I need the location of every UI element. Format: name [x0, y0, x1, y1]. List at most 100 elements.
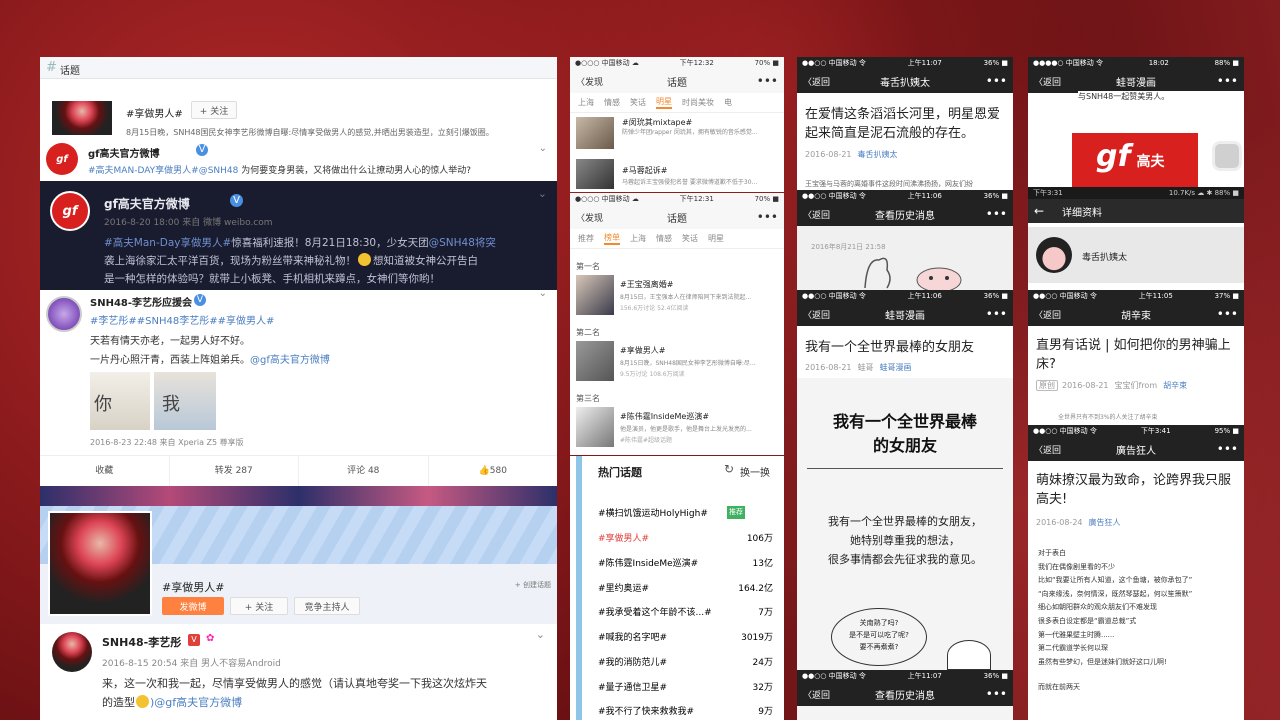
status-bar: ●●○○ 中国移动 令 上午11:05 37% ■ — [1028, 290, 1244, 302]
hot-topic-name[interactable]: #我承受着这个年龄不该...# — [598, 605, 712, 618]
favorite-button[interactable]: 收藏 — [40, 456, 170, 486]
topic-header-bar — [40, 57, 557, 79]
article-author[interactable]: 廣告狂人 — [1089, 518, 1121, 527]
tab-shanghai[interactable]: 上海 — [630, 233, 646, 244]
topic-title[interactable]: #享做男人# — [620, 345, 665, 356]
hot-topic-row[interactable]: #横扫饥饿运动HolyHigh# 推荐 — [598, 506, 773, 519]
gf-account-name[interactable]: gf高夫官方微博 — [88, 145, 160, 160]
back-button[interactable]: 〈返回 — [1034, 443, 1061, 456]
article-account[interactable]: 胡辛束 — [1163, 381, 1187, 390]
back-arrow-icon[interactable]: ← — [1034, 204, 1044, 218]
compete-host-button[interactable]: 竞争主持人 — [294, 597, 360, 615]
tab-more[interactable]: 电 — [724, 97, 732, 108]
topic-title[interactable]: #陈伟霆InsideMe巡演# — [620, 411, 709, 422]
more-icon[interactable]: ••• — [757, 74, 778, 88]
create-topic-link[interactable]: + 创建话题 — [515, 580, 551, 590]
mention-link[interactable]: @SNH48将突 — [429, 237, 496, 249]
more-icon[interactable]: ••• — [986, 307, 1007, 321]
post-author[interactable]: SNH48-李艺彤应援会 — [90, 294, 192, 309]
more-icon[interactable]: ••• — [986, 207, 1007, 221]
back-button[interactable]: 〈发现 — [576, 211, 603, 224]
hot-topic-row[interactable]: #陈伟霆InsideMe巡演# 13亿 — [598, 556, 773, 569]
mention-link[interactable]: @gf高夫官方微博 — [250, 355, 330, 366]
tab-recommend[interactable]: 推荐 — [578, 233, 594, 244]
hot-topic-name[interactable]: #我的消防范儿# — [598, 655, 667, 668]
article-author[interactable]: 毒舌扒姨太 — [858, 150, 898, 159]
tab-fashion[interactable]: 时尚美妆 — [682, 97, 714, 108]
body-line: “向来缘浅，奈何情深，既然琴瑟起，何以笙箫默” — [1038, 589, 1193, 598]
more-icon[interactable]: ••• — [757, 210, 778, 224]
post-image-1[interactable]: 你 — [90, 372, 150, 430]
hot-topic-name[interactable]: #里约奥运# — [598, 581, 649, 594]
tab-ranking[interactable]: 榜单 — [604, 232, 620, 245]
hashtag-link[interactable]: #高夫Man-Day享做男人# — [104, 237, 231, 249]
gf-avatar-large[interactable]: gf — [50, 191, 90, 231]
hot-topic-name[interactable]: #陈伟霆InsideMe巡演# — [598, 556, 698, 569]
back-button[interactable]: 〈返回 — [1034, 75, 1061, 88]
user-avatar[interactable] — [52, 632, 92, 672]
tab-stars[interactable]: 明星 — [708, 233, 724, 244]
hot-topic-row[interactable]: #享做男人# 106万 — [598, 531, 773, 544]
like-button[interactable]: 👍580 — [429, 456, 558, 486]
more-icon[interactable]: ••• — [1217, 442, 1238, 456]
hot-topic-name[interactable]: #量子通信卫星# — [598, 680, 667, 693]
back-button[interactable]: 〈返回 — [803, 208, 830, 221]
tab-jokes[interactable]: 笑话 — [682, 233, 698, 244]
back-button[interactable]: 〈返回 — [803, 308, 830, 321]
repost-button[interactable]: 转发 287 — [170, 456, 299, 486]
more-icon[interactable]: ••• — [986, 687, 1007, 701]
hot-topic-row[interactable]: #我的消防范儿# 24万 — [598, 655, 773, 668]
mention-link[interactable]: @SNH48 — [199, 166, 239, 176]
hot-topic-row[interactable]: #我承受着这个年龄不该...# 7万 — [598, 605, 773, 618]
hot-topic-row[interactable]: #里约奥运# 164.2亿 — [598, 581, 773, 594]
follow-topic-button[interactable]: + 关注 — [191, 101, 237, 119]
hot-topic-name[interactable]: #享做男人# — [598, 531, 649, 544]
hashtag-link[interactable]: #高夫MAN-DAY享做男人# — [88, 166, 199, 176]
assistive-touch-icon[interactable] — [1212, 141, 1242, 171]
article-account[interactable]: 蛙哥漫画 — [880, 363, 912, 372]
verified-icon: V — [194, 294, 206, 306]
chevron-down-icon[interactable]: ⌄ — [536, 628, 545, 641]
publish-weibo-button[interactable]: 发微博 — [162, 597, 224, 615]
clock: 下午12:31 — [679, 195, 714, 203]
back-button[interactable]: 〈返回 — [803, 688, 830, 701]
tab-emotion[interactable]: 情感 — [656, 233, 672, 244]
back-button[interactable]: 〈返回 — [803, 75, 830, 88]
more-icon[interactable]: ••• — [1217, 307, 1238, 321]
tab-shanghai[interactable]: 上海 — [578, 97, 594, 108]
post-author[interactable]: SNH48-李艺彤 — [102, 634, 181, 650]
tab-stars[interactable]: 明星 — [656, 96, 672, 109]
hot-topic-row[interactable]: #量子通信卫星# 32万 — [598, 680, 773, 693]
refresh-icon[interactable]: ↻ — [724, 462, 734, 476]
back-button[interactable]: 〈返回 — [1034, 308, 1061, 321]
gf-avatar[interactable]: gf — [46, 143, 78, 175]
more-icon[interactable]: ••• — [1217, 74, 1238, 88]
hot-topic-row[interactable]: #我不行了快来救救我# 9万 — [598, 704, 773, 717]
hot-topics-accent-bar — [576, 456, 582, 720]
refresh-button[interactable]: 换一换 — [740, 464, 770, 479]
tab-jokes[interactable]: 笑话 — [630, 97, 646, 108]
chevron-down-icon[interactable]: ⌄ — [539, 143, 547, 154]
emoji-icon: ✿ — [206, 633, 215, 644]
comment-button[interactable]: 评论 48 — [299, 456, 429, 486]
tab-emotion[interactable]: 情感 — [604, 97, 620, 108]
verified-icon: V — [196, 144, 208, 156]
topic-title[interactable]: #王宝强离婚# — [620, 279, 673, 290]
article-title: 在爱情这条滔滔长河里，明星恩爱起来简直是泥石流般的存在。 — [805, 107, 1001, 141]
post-image-2[interactable]: 我 — [154, 372, 216, 430]
hot-topic-name[interactable]: #横扫饥饿运动HolyHigh# — [598, 506, 708, 519]
more-icon[interactable]: ••• — [986, 74, 1007, 88]
post-author[interactable]: gf高夫官方微博 — [104, 195, 190, 212]
hot-topic-row[interactable]: #喊我的名字吧# 3019万 — [598, 630, 773, 643]
post-hashtags[interactable]: #李艺彤##SNH48李艺彤##享做男人# — [90, 312, 274, 327]
back-button[interactable]: 〈发现 — [576, 75, 603, 88]
fanclub-avatar[interactable] — [46, 296, 82, 332]
hot-topic-name[interactable]: #我不行了快来救救我# — [598, 704, 694, 717]
mention-link[interactable]: )@gf高夫官方微博 — [150, 696, 242, 709]
topic-title[interactable]: #马蓉起诉# — [622, 165, 667, 176]
chevron-down-icon[interactable]: ⌄ — [539, 290, 547, 299]
hot-topic-name[interactable]: #喊我的名字吧# — [598, 630, 667, 643]
hot-topic-count: 24万 — [752, 658, 773, 668]
chevron-down-icon[interactable]: ⌄ — [538, 187, 547, 200]
follow-topic-button[interactable]: + 关注 — [230, 597, 288, 615]
